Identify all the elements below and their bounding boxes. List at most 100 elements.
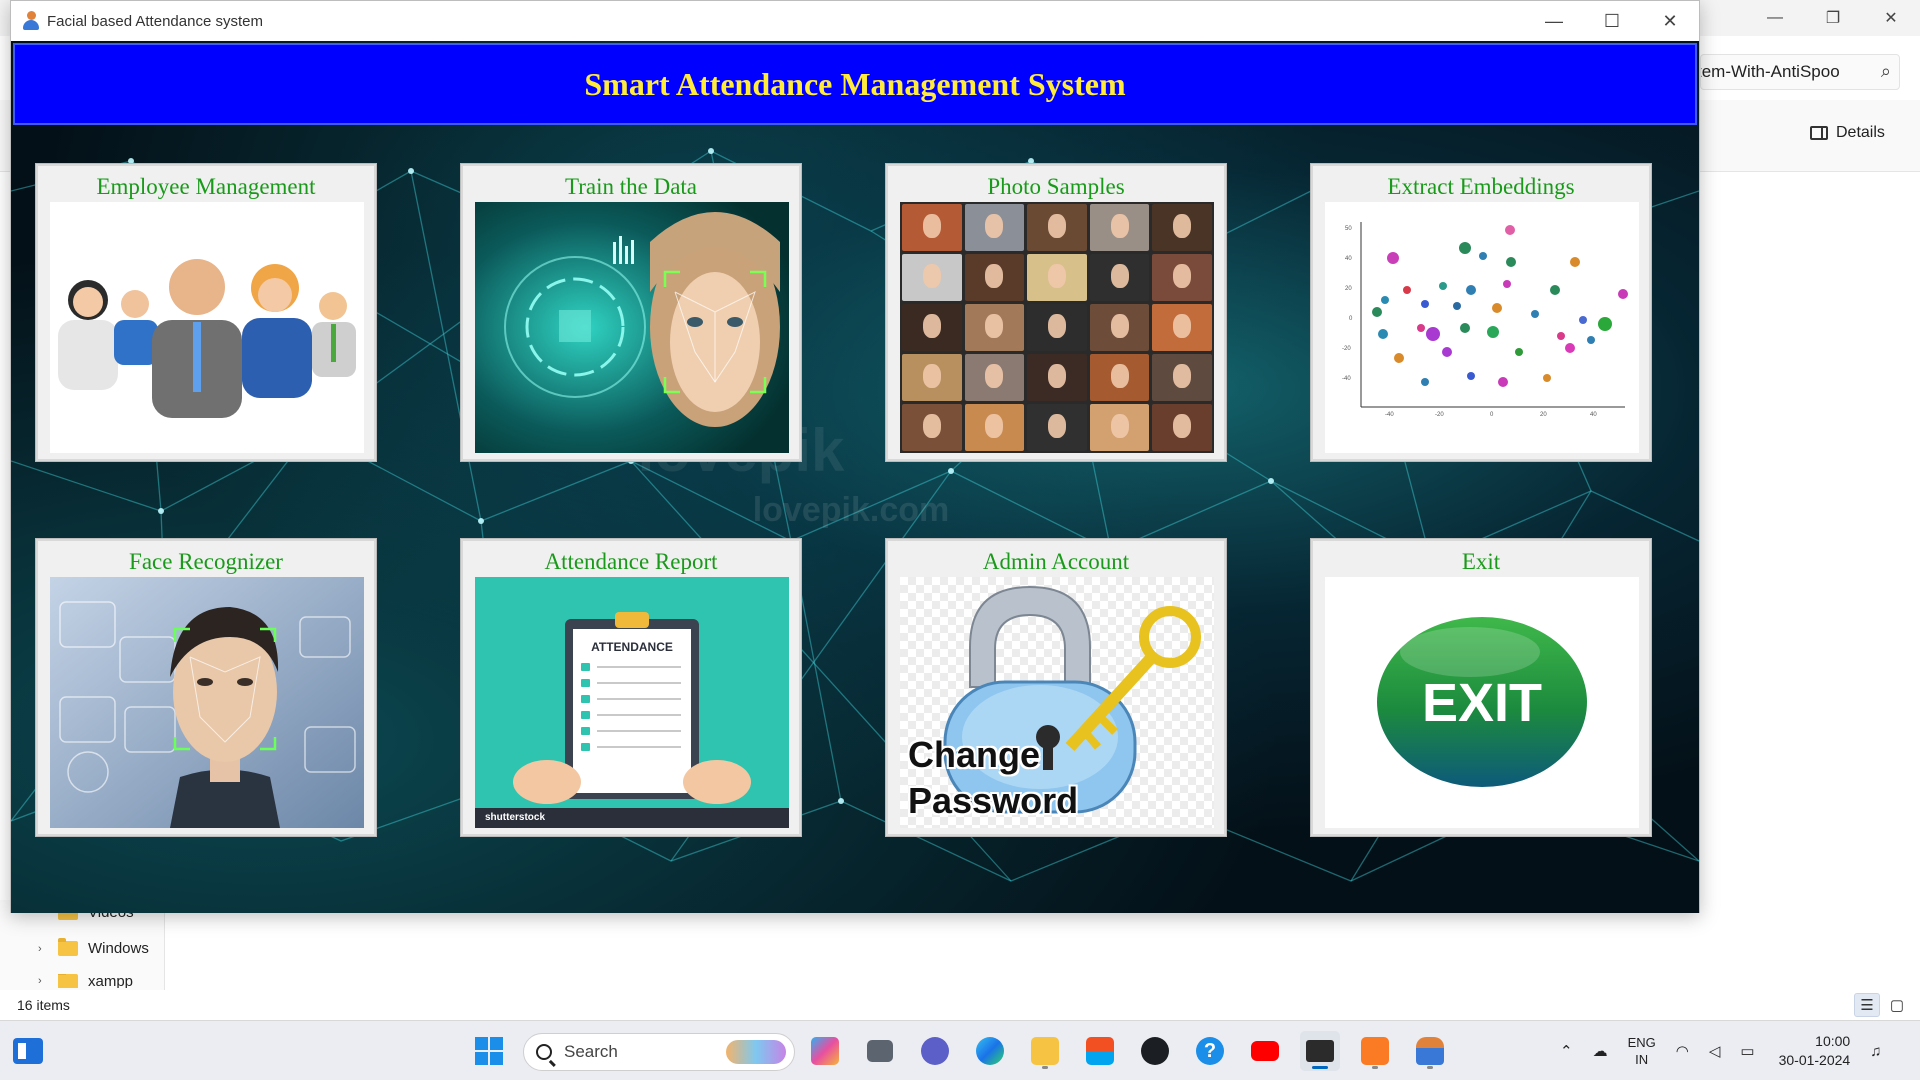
store-icon: [1086, 1037, 1114, 1065]
youtube-icon: [1251, 1041, 1279, 1061]
terminal-icon: [1306, 1040, 1334, 1062]
store-button[interactable]: [1080, 1031, 1120, 1071]
attendance-report-button[interactable]: Attendance Report ATTENDANCE shutterstoc…: [461, 539, 801, 836]
search-placeholder: Search: [564, 1042, 618, 1061]
extract-embeddings-button[interactable]: Extract Embeddings 50 40 20 0 -20 -40 -40 -20 0…: [1311, 164, 1651, 461]
edge-button[interactable]: [970, 1031, 1010, 1071]
chevron-right-icon[interactable]: ›: [38, 943, 48, 955]
clock-date: 30-01-2024: [1778, 1052, 1851, 1068]
restore-icon[interactable]: ❐: [1804, 0, 1862, 36]
minimize-icon[interactable]: —: [1746, 0, 1804, 36]
navigation-pane: Videos › Windows › xampp: [0, 900, 165, 990]
svg-text:50: 50: [1345, 226, 1352, 232]
teams-chat-button[interactable]: [915, 1031, 955, 1071]
file-explorer-button[interactable]: [1025, 1031, 1065, 1071]
close-icon[interactable]: ✕: [1862, 0, 1920, 36]
svg-text:-40: -40: [1342, 376, 1351, 382]
stock-watermark: shutterstock: [485, 812, 546, 823]
details-pane-icon: [1810, 126, 1828, 140]
photo-samples-button[interactable]: Photo Samples: [886, 164, 1226, 461]
task-view-button[interactable]: [860, 1031, 900, 1071]
app-title-bar: Facial based Attendance system — ☐ ✕: [11, 1, 1699, 41]
nav-item-xampp[interactable]: › xampp: [38, 974, 133, 988]
view-toggle: ☰ ▢: [1854, 993, 1910, 1017]
close-icon[interactable]: ✕: [1641, 1, 1699, 41]
attendance-app-button[interactable]: [1410, 1031, 1450, 1071]
password-text: Password: [908, 780, 1079, 821]
nav-item-windows[interactable]: › Windows: [38, 938, 149, 957]
admin-account-button[interactable]: Admin Account Change Password: [886, 539, 1226, 836]
tile-label: Exit: [1461, 549, 1501, 574]
folder-icon: [58, 974, 78, 988]
app-window-controls: — ☐ ✕: [1525, 1, 1699, 41]
app-person-icon: [1416, 1037, 1444, 1065]
change-text: Change: [908, 734, 1041, 775]
search-icon: [536, 1044, 552, 1060]
explorer-window-controls: — ❐ ✕: [1746, 0, 1920, 36]
tile-label: Face Recognizer: [129, 549, 283, 574]
xampp-button[interactable]: [1355, 1031, 1395, 1071]
address-bar[interactable]: tem-With-AntiSpoo ⌕: [1700, 54, 1900, 90]
train-data-button[interactable]: Train the Data: [461, 164, 801, 461]
item-count: 16 items: [17, 997, 70, 1013]
change-password-text: Change Password: [908, 732, 1078, 824]
maximize-icon[interactable]: ☐: [1583, 1, 1641, 41]
status-bar: 16 items: [0, 990, 1920, 1020]
notifications-icon[interactable]: ♫: [1870, 1043, 1881, 1060]
app-person-icon: [21, 11, 41, 31]
task-view-icon: [867, 1040, 893, 1062]
copilot-button[interactable]: [805, 1031, 845, 1071]
face-recognizer-button[interactable]: Face Recognizer: [36, 539, 376, 836]
details-view-icon[interactable]: ☰: [1854, 993, 1880, 1017]
svg-text:20: 20: [1345, 286, 1352, 292]
language-indicator[interactable]: ENG IN: [1628, 1034, 1656, 1068]
embedding-scatter-image[interactable]: 50 40 20 0 -20 -40 -40 -20 0 20 40: [1325, 202, 1639, 453]
search-icon[interactable]: ⌕: [1881, 61, 1891, 82]
tiles-view-icon[interactable]: ▢: [1884, 993, 1910, 1017]
nav-item-label: Windows: [88, 940, 149, 957]
chevron-up-icon[interactable]: ⌃: [1560, 1042, 1573, 1060]
details-button[interactable]: Details: [1810, 124, 1885, 142]
onedrive-offline-icon[interactable]: ☁: [1593, 1042, 1608, 1060]
employee-management-button[interactable]: Employee Management: [36, 164, 376, 461]
wifi-icon[interactable]: ◠: [1676, 1042, 1689, 1060]
github-icon: [1141, 1037, 1169, 1065]
face-recognition-image[interactable]: [50, 577, 364, 828]
minimize-icon[interactable]: —: [1525, 1, 1583, 41]
battery-icon[interactable]: ▭: [1740, 1042, 1754, 1060]
svg-text:40: 40: [1590, 412, 1597, 418]
widgets-button[interactable]: [8, 1031, 48, 1071]
face-scan-image[interactable]: [475, 202, 789, 453]
help-button[interactable]: ?: [1190, 1031, 1230, 1071]
xampp-icon: [1361, 1037, 1389, 1065]
youtube-button[interactable]: [1245, 1031, 1285, 1071]
help-icon: ?: [1196, 1037, 1224, 1065]
exit-image[interactable]: EXIT: [1325, 577, 1639, 828]
start-button[interactable]: [469, 1031, 509, 1071]
edge-icon: [976, 1037, 1004, 1065]
clock[interactable]: 10:00 30-01-2024: [1779, 1032, 1851, 1070]
copilot-icon: [811, 1037, 839, 1065]
change-password-lock-image[interactable]: Change Password: [900, 577, 1214, 828]
attendance-clipboard-image[interactable]: ATTENDANCE shutterstock: [475, 577, 789, 828]
face-samples-grid-image[interactable]: [900, 202, 1214, 453]
attendance-app-window: Facial based Attendance system — ☐ ✕ lov…: [10, 0, 1700, 913]
svg-text:-20: -20: [1342, 346, 1351, 352]
folder-icon: [58, 938, 78, 956]
terminal-button[interactable]: [1300, 1031, 1340, 1071]
tile-label: Extract Embeddings: [1387, 174, 1575, 199]
exit-button[interactable]: Exit EXIT: [1311, 539, 1651, 836]
windows-logo-icon: [475, 1037, 503, 1065]
employees-group-image[interactable]: [50, 202, 364, 453]
widgets-icon: [13, 1038, 43, 1064]
tile-label: Employee Management: [96, 174, 316, 199]
window-title: Facial based Attendance system: [47, 12, 263, 30]
github-button[interactable]: [1135, 1031, 1175, 1071]
language-code: ENG: [1627, 1035, 1656, 1050]
tile-label: Photo Samples: [987, 174, 1125, 199]
volume-muted-icon[interactable]: ◁: [1709, 1042, 1721, 1060]
taskbar-search-input[interactable]: Search: [523, 1033, 795, 1071]
svg-text:0: 0: [1349, 316, 1353, 322]
chevron-right-icon[interactable]: ›: [38, 975, 48, 987]
chat-icon: [921, 1037, 949, 1065]
